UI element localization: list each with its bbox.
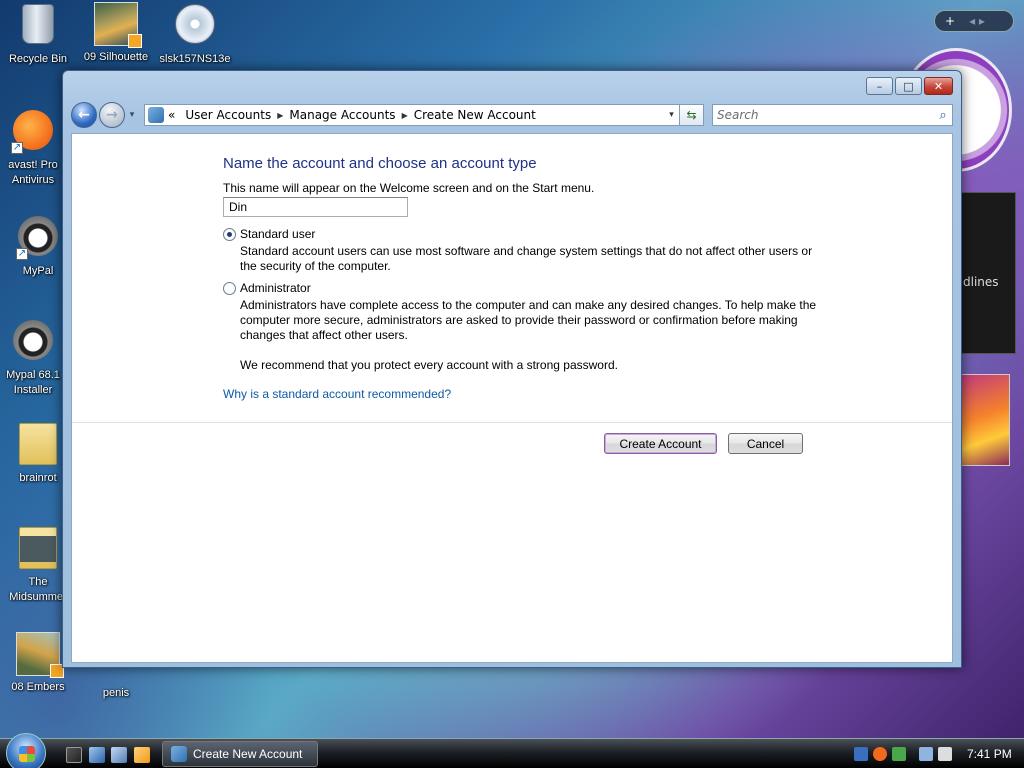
taskbar-item-create-new-account[interactable]: Create New Account (162, 741, 318, 767)
maximize-button[interactable]: □ (895, 77, 922, 95)
search-placeholder: Search (717, 108, 759, 122)
mypal-icon: ↗ (16, 216, 60, 260)
slideshow-gadget[interactable] (960, 374, 1010, 466)
system-tray: 7:41 PM (854, 742, 1024, 766)
breadcrumb-create-new-account[interactable]: Create New Account (408, 108, 542, 122)
navigation-bar: ← → ▾ « User Accounts ▶ Manage Accounts … (71, 99, 953, 131)
recycle-bin-icon (16, 4, 60, 48)
media-player-icon[interactable] (134, 747, 150, 763)
cancel-button[interactable]: Cancel (728, 433, 803, 454)
minimize-button[interactable]: – (866, 77, 893, 95)
search-icon[interactable]: ⌕ (934, 108, 952, 123)
desktop-icon-label: slsk157NS13e (159, 53, 231, 65)
breadcrumb-manage-accounts[interactable]: Manage Accounts (283, 108, 401, 122)
close-button[interactable]: ✕ (924, 77, 953, 95)
refresh-button[interactable]: ⇆ (680, 104, 704, 126)
desktop-icon-slsk[interactable]: slsk157NS13e (157, 2, 233, 67)
create-account-window[interactable]: – □ ✕ ← → ▾ « User Accounts ▶ Manage Acc… (62, 70, 962, 668)
breadcrumb-user-accounts[interactable]: User Accounts (179, 108, 277, 122)
account-name-input[interactable]: Din (223, 197, 408, 217)
taskbar-item-label: Create New Account (193, 747, 303, 761)
taskbar: Create New Account 7:41 PM (0, 733, 1024, 768)
feed-gadget-text: dlines (963, 275, 999, 289)
standard-user-option[interactable]: Standard user (223, 227, 315, 241)
standard-user-label[interactable]: Standard user (240, 227, 315, 241)
folder-icon (16, 423, 60, 467)
installer-icon (173, 4, 217, 48)
content-pane: Name the account and choose an account t… (71, 133, 953, 663)
desktop-icon-recycle-bin[interactable]: Recycle Bin (0, 2, 76, 67)
divider (72, 422, 952, 423)
caption-buttons: – □ ✕ (866, 77, 953, 95)
desktop-icon-label: 08 Embers (11, 681, 65, 693)
search-input[interactable]: Search ⌕ (712, 104, 953, 126)
gadget-nav-icon[interactable]: ◂ ▸ (969, 14, 985, 28)
desktop-icon-label: avast! Pro Antivirus (8, 159, 58, 186)
avast-icon: ↗ (11, 110, 55, 154)
network-icon[interactable] (919, 747, 933, 761)
control-panel-icon (148, 107, 164, 123)
user-accounts-icon (171, 746, 187, 762)
video-file-icon (16, 632, 64, 678)
address-bar[interactable]: « User Accounts ▶ Manage Accounts ▶ Crea… (144, 104, 680, 126)
feed-headlines-gadget[interactable]: dlines (960, 192, 1016, 354)
start-button[interactable] (6, 733, 46, 768)
desktop-icon-label: Recycle Bin (8, 53, 68, 65)
standard-user-radio[interactable] (223, 227, 236, 241)
add-gadget-icon[interactable]: + (945, 14, 955, 28)
desktop-icon-label: 09 Silhouette (83, 51, 149, 63)
back-button[interactable]: ← (71, 102, 97, 128)
desktop-icon-avast[interactable]: ↗ avast! Pro Antivirus (0, 108, 66, 188)
desktop-icon-label: Mypal 68.1 Installer (6, 369, 60, 396)
folder-icon (16, 527, 60, 571)
name-field-description: This name will appear on the Welcome scr… (223, 181, 595, 195)
forward-button[interactable]: → (99, 102, 125, 128)
volume-icon[interactable] (938, 747, 952, 761)
why-standard-account-link[interactable]: Why is a standard account recommended? (223, 387, 451, 401)
taskbar-clock[interactable]: 7:41 PM (967, 747, 1012, 761)
desktop-icon-mypal-installer[interactable]: Mypal 68.1 Installer (0, 318, 66, 398)
video-file-icon (94, 2, 142, 48)
password-recommendation: We recommend that you protect every acco… (240, 358, 618, 372)
language-icon[interactable] (854, 747, 868, 761)
desktop-icon-label: penis (102, 687, 130, 699)
mypal-installer-icon (11, 320, 55, 364)
switch-windows-icon[interactable] (111, 747, 127, 763)
administrator-description: Administrators have complete access to t… (240, 298, 817, 342)
standard-user-description: Standard account users can use most soft… (240, 244, 813, 273)
avast-tray-icon[interactable] (873, 747, 887, 761)
administrator-label[interactable]: Administrator (240, 281, 311, 295)
administrator-radio[interactable] (223, 281, 236, 295)
desktop-icon-label: The Midsummer (9, 576, 67, 603)
recent-pages-dropdown[interactable]: ▾ (126, 110, 138, 120)
breadcrumb-overflow[interactable]: « (168, 108, 179, 122)
create-account-button[interactable]: Create Account (604, 433, 717, 454)
show-desktop-icon[interactable] (89, 747, 105, 763)
administrator-option[interactable]: Administrator (223, 281, 311, 295)
address-dropdown-icon[interactable]: ▾ (663, 110, 679, 120)
security-check-icon[interactable] (892, 747, 906, 761)
sidebar-controls[interactable]: + ◂ ▸ (934, 10, 1014, 32)
desktop-icon-09-silhouette[interactable]: 09 Silhouette (78, 2, 154, 65)
quick-launch-gaming-icon[interactable] (66, 747, 82, 763)
page-title: Name the account and choose an account t… (223, 155, 537, 172)
